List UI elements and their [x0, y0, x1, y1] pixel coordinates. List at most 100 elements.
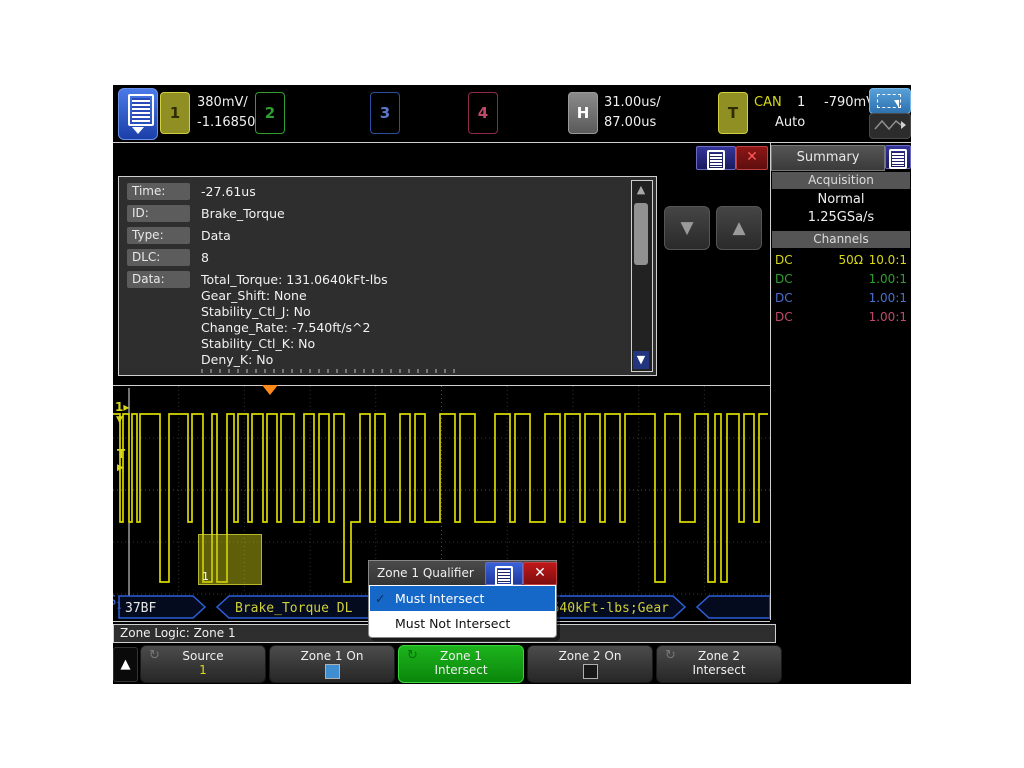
decode-source-label: S1: [113, 594, 122, 612]
zone-1-label: 1: [202, 570, 209, 583]
field-label-time: Time:: [127, 183, 190, 200]
checkmark-icon: ✓: [370, 586, 391, 611]
trigger-position-icon[interactable]: [262, 385, 278, 395]
zone-logic-status: Zone Logic: Zone 1: [120, 626, 236, 640]
lister-menu-button[interactable]: [696, 146, 736, 170]
menu-list-icon: [128, 94, 154, 126]
ch2-probe: 1.00:1: [869, 270, 907, 289]
sidebar-menu-button[interactable]: [885, 145, 911, 169]
section-header-acquisition: Acquisition: [772, 172, 910, 189]
softkey-zone1-qualifier[interactable]: ↻ Zone 1 Intersect: [398, 645, 524, 683]
channel-1-ground-marker[interactable]: 1▸: [115, 401, 129, 413]
waveform-icon: [870, 114, 908, 136]
popup-close-button[interactable]: ✕: [523, 562, 557, 585]
can-frame-details-panel: Time: -27.61us ID: Brake_Torque Type: Da…: [118, 176, 657, 376]
waveform-tool-button[interactable]: [869, 113, 911, 139]
trigger-mode: Auto: [775, 114, 805, 132]
ch4-probe: 1.00:1: [869, 308, 907, 327]
data-line-1: Gear_Shift: None: [201, 287, 307, 304]
data-line-5: Deny_K: No: [201, 351, 273, 368]
rotate-knob-icon: ↻: [665, 648, 676, 663]
sidebar-tab-summary[interactable]: Summary: [771, 145, 885, 171]
channel-4-button[interactable]: 4: [468, 92, 498, 134]
scroll-down-icon[interactable]: ▼: [633, 351, 649, 369]
channel-3-summary-row: DC 1.00:1: [771, 289, 911, 308]
horizontal-scale: 31.00us/: [604, 94, 661, 112]
channel-3-button[interactable]: 3: [370, 92, 400, 134]
ch4-coupling: DC: [775, 308, 793, 327]
zone2-on-checkbox[interactable]: [583, 664, 598, 679]
ch3-probe: 1.00:1: [869, 289, 907, 308]
summary-sidebar: Summary Acquisition Normal 1.25GSa/s Cha…: [770, 143, 911, 620]
softkey-zone2-qualifier[interactable]: ↻ Zone 2 Intersect: [656, 645, 782, 683]
menu-list-icon: [495, 566, 513, 586]
field-value-type: Data: [201, 227, 231, 244]
field-value-time: -27.61us: [201, 183, 256, 200]
menu-list-icon: [889, 149, 907, 169]
decode-frame-id: 37BF: [125, 601, 156, 616]
menu-item-must-intersect[interactable]: ✓ Must Intersect: [370, 586, 555, 611]
oscilloscope-screen: 1 380mV/ -1.16850V 2 3 4 H 31.00us/ 87.0…: [113, 85, 911, 684]
channel-1-summary-row: DC 50Ω 10.0:1: [771, 251, 911, 270]
channel-2-button[interactable]: 2: [255, 92, 285, 134]
trigger-type: CAN: [754, 94, 782, 112]
ch1-impedance: 50Ω: [839, 251, 863, 270]
zone-select-tool-button[interactable]: [869, 88, 911, 114]
ch3-coupling: DC: [775, 289, 793, 308]
ch1-probe: 10.0:1: [869, 251, 907, 270]
trigger-level: -790mV: [824, 94, 875, 112]
field-label-id: ID:: [127, 205, 190, 222]
clipped-text-line: [201, 369, 461, 373]
zone-qualifier-popup: Zone 1 Qualifier ✕ ✓ Must Intersect Must…: [368, 560, 557, 638]
menu-item-must-not-intersect[interactable]: Must Not Intersect: [370, 611, 555, 636]
marker-chevron-icon: ▼: [116, 414, 123, 426]
scrollbar-thumb[interactable]: [634, 203, 648, 265]
trigger-source: 1: [797, 94, 805, 112]
data-line-0: Total_Torque: 131.0640kFt-lbs: [201, 271, 388, 288]
section-header-channels: Channels: [772, 231, 910, 248]
popup-menu-button[interactable]: [485, 562, 523, 585]
lister-scrollbar[interactable]: ▲ ▼: [631, 180, 653, 372]
channel-1-scale: 380mV/: [197, 94, 248, 112]
back-button[interactable]: ▲: [113, 647, 138, 682]
rotate-knob-icon: ↻: [407, 648, 418, 663]
popup-menu: ✓ Must Intersect Must Not Intersect: [368, 585, 557, 638]
cursor-arrow-icon: [894, 100, 899, 108]
softkey-bar: ▲ ↻ Source 1 Zone 1 On ↻ Zone 1 Intersec…: [113, 645, 911, 682]
chevron-down-icon: [132, 127, 144, 134]
previous-frame-button[interactable]: ▼: [664, 206, 710, 250]
softkey-zone1-on[interactable]: Zone 1 On: [269, 645, 395, 683]
data-line-2: Stability_Ctl_J: No: [201, 303, 311, 320]
softkey-zone2-on[interactable]: Zone 2 On: [527, 645, 653, 683]
sample-rate: 1.25GSa/s: [771, 209, 911, 227]
field-value-id: Brake_Torque: [201, 205, 285, 222]
trigger-level-marker[interactable]: T▶: [117, 448, 125, 474]
data-line-4: Stability_Ctl_K: No: [201, 335, 315, 352]
rotate-knob-icon: ↻: [149, 648, 160, 663]
trigger-button[interactable]: T: [718, 92, 748, 134]
softkey-source[interactable]: ↻ Source 1: [140, 645, 266, 683]
popup-title-bar[interactable]: Zone 1 Qualifier ✕: [368, 560, 557, 587]
zone1-on-checkbox[interactable]: [325, 664, 340, 679]
decode-frame-text-right: 0640kFt-lbs;Gear: [544, 601, 669, 616]
main-menu-button[interactable]: [118, 88, 158, 140]
ch1-coupling: DC: [775, 251, 793, 270]
scroll-up-icon[interactable]: ▲: [633, 181, 649, 199]
field-label-dlc: DLC:: [127, 249, 190, 266]
field-value-dlc: 8: [201, 249, 209, 266]
channel-2-summary-row: DC 1.00:1: [771, 270, 911, 289]
field-label-data: Data:: [127, 271, 190, 288]
channel-1-button[interactable]: 1: [160, 92, 190, 134]
data-line-3: Change_Rate: -7.540ft/s^2: [201, 319, 370, 336]
next-frame-button[interactable]: ▲: [716, 206, 762, 250]
horizontal-button[interactable]: H: [568, 92, 598, 134]
menu-list-icon: [707, 150, 725, 170]
decode-frame-text-left: Brake_Torque DL: [235, 601, 353, 616]
acquisition-mode: Normal: [771, 191, 911, 209]
lister-close-button[interactable]: ✕: [736, 146, 768, 170]
zone-1-region[interactable]: 1: [198, 534, 262, 585]
horizontal-delay: 87.00us: [604, 114, 656, 132]
channel-4-summary-row: DC 1.00:1: [771, 308, 911, 327]
popup-title: Zone 1 Qualifier: [369, 566, 474, 580]
ch2-coupling: DC: [775, 270, 793, 289]
